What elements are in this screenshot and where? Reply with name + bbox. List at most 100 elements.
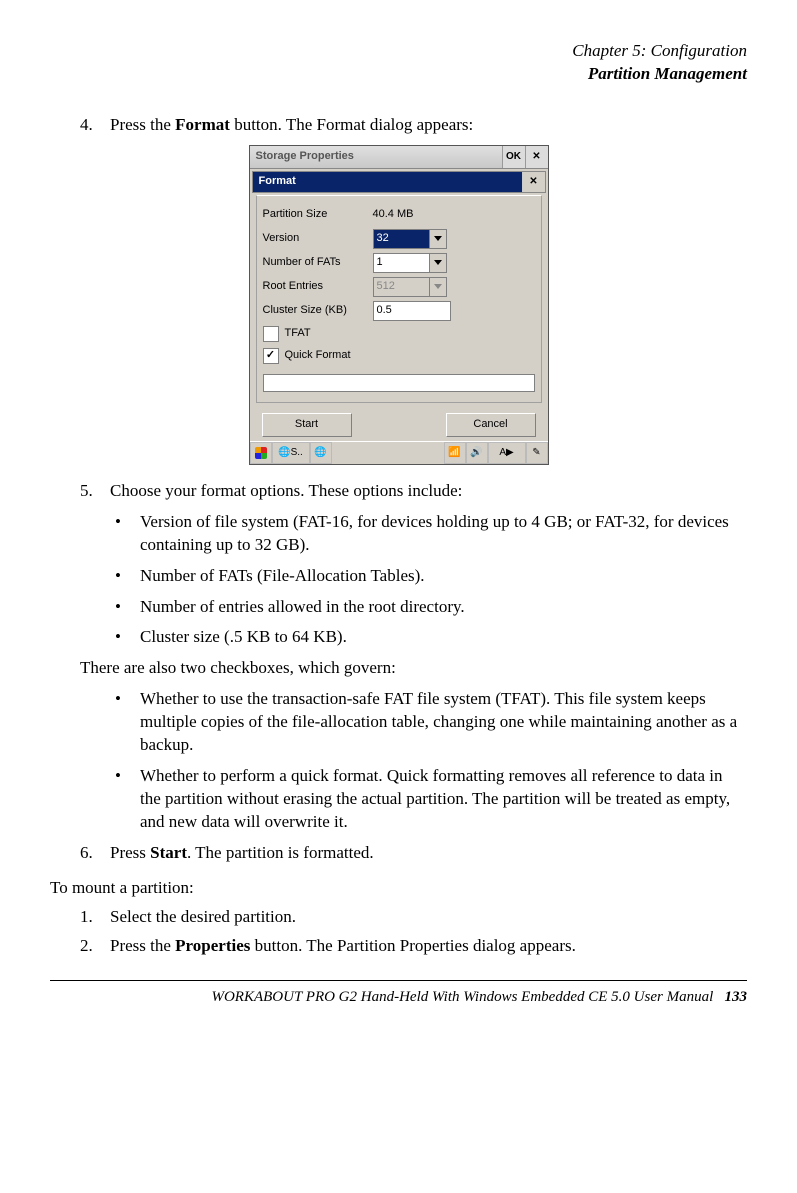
text-fragment: . The partition is formatted. xyxy=(187,843,374,862)
figure-format-dialog: Storage Properties OK ✕ Format ✕ Partiti… xyxy=(50,145,747,466)
network-icon[interactable]: 🌐 xyxy=(310,442,332,464)
bullet-list-2: • Whether to use the transaction-safe FA… xyxy=(115,688,747,834)
bullet-dot: • xyxy=(115,565,140,588)
label-root-entries: Root Entries xyxy=(263,279,373,294)
step-text: Choose your format options. These option… xyxy=(110,480,747,503)
label-partition-size: Partition Size xyxy=(263,207,373,222)
bullet-item: • Whether to perform a quick format. Qui… xyxy=(115,765,747,834)
connection-icon[interactable]: 🌐S.. xyxy=(272,442,310,464)
row-tfat: TFAT xyxy=(263,324,535,344)
tray-icon-1[interactable]: 📶 xyxy=(444,442,466,464)
bullet-text: Cluster size (.5 KB to 64 KB). xyxy=(140,626,347,649)
connection-label: S.. xyxy=(291,446,303,460)
root-entries-dropdown: 512 xyxy=(373,277,447,297)
bullet-dot: • xyxy=(115,511,140,557)
bullet-list-1: • Version of file system (FAT-16, for de… xyxy=(115,511,747,650)
pen-icon[interactable]: ✎ xyxy=(526,442,548,464)
bullet-dot: • xyxy=(115,626,140,649)
windows-flag-icon xyxy=(255,447,267,459)
tray-icon-2[interactable]: 🔊 xyxy=(466,442,488,464)
quick-format-checkbox[interactable] xyxy=(263,348,279,364)
bullet-item: • Cluster size (.5 KB to 64 KB). xyxy=(115,626,747,649)
step-text: Press the Properties button. The Partiti… xyxy=(110,935,747,958)
start-icon[interactable] xyxy=(250,442,272,464)
page-header: Chapter 5: Configuration Partition Manag… xyxy=(50,40,747,86)
close-button[interactable]: ✕ xyxy=(525,146,548,168)
root-entries-value: 512 xyxy=(374,278,429,296)
cluster-size-input[interactable]: 0.5 xyxy=(373,301,451,321)
button-row: Start Cancel xyxy=(250,409,548,441)
label-cluster-size: Cluster Size (KB) xyxy=(263,303,373,318)
text-bold: Start xyxy=(150,843,187,862)
page-footer: WORKABOUT PRO G2 Hand-Held With Windows … xyxy=(50,980,747,1007)
version-value: 32 xyxy=(374,230,429,248)
start-button[interactable]: Start xyxy=(262,413,352,437)
text-fragment: button. The Format dialog appears: xyxy=(230,115,473,134)
step-text: Press Start. The partition is formatted. xyxy=(110,842,747,865)
text-bold: Properties xyxy=(175,936,250,955)
text-fragment: Press the xyxy=(110,936,175,955)
row-version: Version 32 xyxy=(263,228,535,250)
text-fragment: Press xyxy=(110,843,150,862)
step-number: 6. xyxy=(80,842,110,865)
mount-intro: To mount a partition: xyxy=(50,877,747,900)
chevron-down-icon[interactable] xyxy=(429,254,446,272)
step-text: Press the Format button. The Format dial… xyxy=(110,114,747,137)
num-fats-dropdown[interactable]: 1 xyxy=(373,253,447,273)
row-partition-size: Partition Size 40.4 MB xyxy=(263,204,535,226)
step-number: 2. xyxy=(80,935,110,958)
version-dropdown[interactable]: 32 xyxy=(373,229,447,249)
bullet-dot: • xyxy=(115,765,140,834)
label-tfat: TFAT xyxy=(285,326,311,341)
step-text: Select the desired partition. xyxy=(110,906,747,929)
taskbar: 🌐S.. 🌐 📶 🔊 A▶ ✎ xyxy=(250,441,548,464)
cancel-button[interactable]: Cancel xyxy=(446,413,536,437)
inner-close-button[interactable]: ✕ xyxy=(522,172,545,192)
step-number: 1. xyxy=(80,906,110,929)
bullet-dot: • xyxy=(115,596,140,619)
step-number: 5. xyxy=(80,480,110,503)
step-6: 6. Press Start. The partition is formatt… xyxy=(80,842,747,865)
step-number: 4. xyxy=(80,114,110,137)
header-section: Partition Management xyxy=(50,63,747,86)
page-number: 133 xyxy=(725,989,748,1005)
checkbox-intro: There are also two checkboxes, which gov… xyxy=(80,657,747,680)
inner-title: Format xyxy=(253,172,522,192)
step-4: 4. Press the Format button. The Format d… xyxy=(80,114,747,137)
sip-icon[interactable]: A▶ xyxy=(488,442,526,464)
inner-titlebar: Format ✕ xyxy=(252,171,546,193)
outer-titlebar: Storage Properties OK ✕ xyxy=(250,146,548,169)
wince-window: Storage Properties OK ✕ Format ✕ Partiti… xyxy=(249,145,549,465)
mount-step-1: 1. Select the desired partition. xyxy=(80,906,747,929)
bullet-text: Number of entries allowed in the root di… xyxy=(140,596,465,619)
footer-title: WORKABOUT PRO G2 Hand-Held With Windows … xyxy=(211,989,713,1005)
bullet-item: • Number of entries allowed in the root … xyxy=(115,596,747,619)
label-quick-format: Quick Format xyxy=(285,348,351,363)
label-num-fats: Number of FATs xyxy=(263,255,373,270)
step-5: 5. Choose your format options. These opt… xyxy=(80,480,747,503)
bullet-text: Whether to use the transaction-safe FAT … xyxy=(140,688,747,757)
outer-title: Storage Properties xyxy=(250,146,502,168)
row-cluster-size: Cluster Size (KB) 0.5 xyxy=(263,300,535,322)
tfat-checkbox[interactable] xyxy=(263,326,279,342)
progress-bar xyxy=(263,374,535,392)
sip-label: A xyxy=(499,446,506,460)
form-panel: Partition Size 40.4 MB Version 32 Number… xyxy=(256,195,542,403)
bullet-item: • Version of file system (FAT-16, for de… xyxy=(115,511,747,557)
value-partition-size: 40.4 MB xyxy=(373,207,414,222)
text-fragment: button. The Partition Properties dialog … xyxy=(250,936,575,955)
text-fragment: Press the xyxy=(110,115,175,134)
num-fats-value: 1 xyxy=(374,254,429,272)
bullet-text: Whether to perform a quick format. Quick… xyxy=(140,765,747,834)
row-root-entries: Root Entries 512 xyxy=(263,276,535,298)
mount-step-2: 2. Press the Properties button. The Part… xyxy=(80,935,747,958)
chevron-down-icon[interactable] xyxy=(429,230,446,248)
bullet-text: Number of FATs (File-Allocation Tables). xyxy=(140,565,425,588)
row-num-fats: Number of FATs 1 xyxy=(263,252,535,274)
ok-button[interactable]: OK xyxy=(502,146,525,168)
bullet-dot: • xyxy=(115,688,140,757)
row-quick-format: Quick Format xyxy=(263,346,535,366)
bullet-item: • Whether to use the transaction-safe FA… xyxy=(115,688,747,757)
chevron-down-icon xyxy=(429,278,446,296)
bullet-item: • Number of FATs (File-Allocation Tables… xyxy=(115,565,747,588)
